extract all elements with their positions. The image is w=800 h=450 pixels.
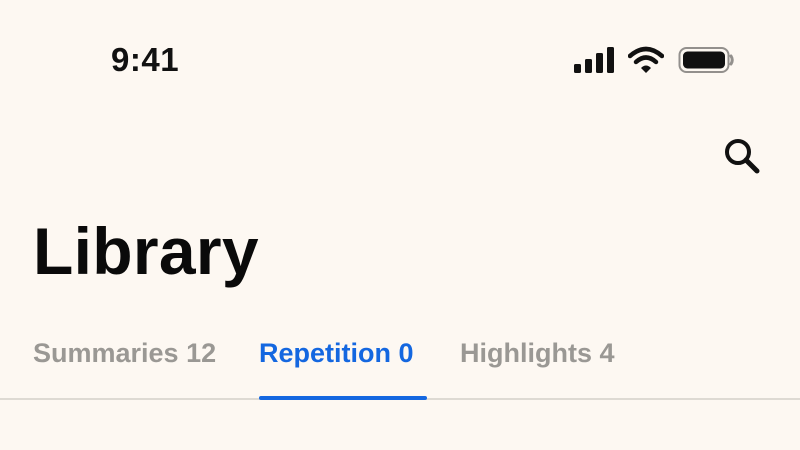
tab-highlights[interactable]: Highlights 4 bbox=[460, 330, 630, 398]
page-title: Library bbox=[33, 214, 259, 288]
status-time: 9:41 bbox=[111, 41, 180, 78]
library-tabs: Summaries 12 Repetition 0 Highlights 4 bbox=[0, 330, 800, 400]
tab-highlights-count: 4 bbox=[599, 338, 615, 368]
tab-repetition-count: 0 bbox=[398, 338, 414, 368]
status-bar: 9:41 bbox=[0, 0, 800, 110]
status-icons bbox=[574, 44, 734, 76]
wifi-icon bbox=[628, 46, 664, 74]
tab-repetition[interactable]: Repetition 0 bbox=[259, 330, 427, 400]
tab-highlights-label: Highlights 4 bbox=[460, 338, 615, 368]
tab-summaries[interactable]: Summaries 12 bbox=[33, 330, 226, 398]
tab-summaries-label: Summaries 12 bbox=[33, 338, 217, 368]
tab-summaries-count: 12 bbox=[186, 338, 217, 368]
search-button[interactable] bbox=[720, 134, 764, 178]
search-icon bbox=[722, 136, 762, 176]
battery-icon bbox=[678, 46, 734, 74]
active-tab-indicator bbox=[259, 396, 427, 400]
cellular-signal-icon bbox=[574, 47, 614, 73]
tab-repetition-label: Repetition 0 bbox=[259, 338, 414, 368]
